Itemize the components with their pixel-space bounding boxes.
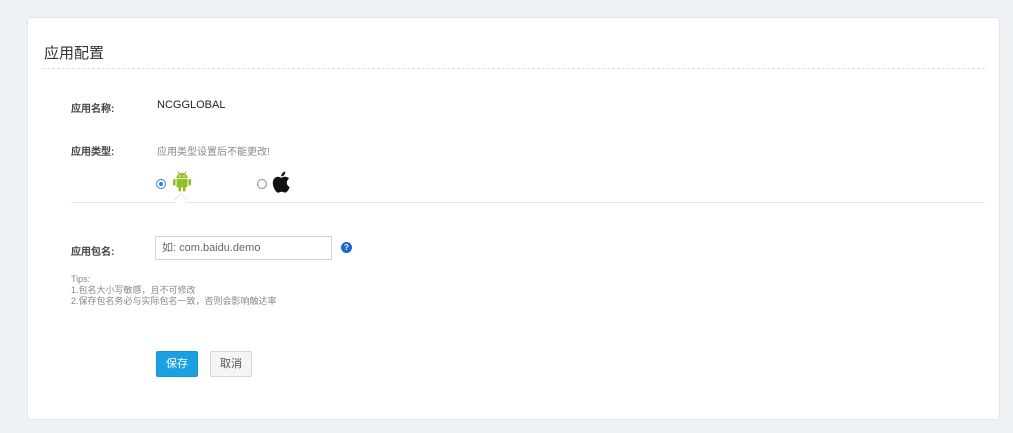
- title-divider: [42, 68, 985, 69]
- tip-line-2: 2.保存包名务必与实际包名一致，否则会影响触达率: [71, 296, 277, 306]
- page-title: 应用配置: [44, 45, 105, 62]
- tip-line-1: 1.包名大小写敏感，且不可修改: [71, 285, 196, 295]
- app-name-value: NCGGLOBAL: [157, 99, 226, 111]
- help-icon[interactable]: ?: [341, 242, 352, 253]
- app-name-label: 应用名称:: [71, 104, 115, 115]
- package-label: 应用包名:: [71, 247, 115, 258]
- apple-icon[interactable]: [272, 170, 292, 199]
- package-input[interactable]: [155, 236, 332, 260]
- app-type-hint: 应用类型设置后不能更改!: [157, 147, 270, 158]
- ios-radio[interactable]: [257, 179, 267, 189]
- tips-title: Tips:: [71, 274, 91, 284]
- save-button[interactable]: 保存: [156, 351, 198, 377]
- android-radio[interactable]: [156, 179, 166, 189]
- app-config-card: 应用配置 应用名称: NCGGLOBAL 应用类型: 应用类型设置后不能更改!: [27, 17, 1000, 420]
- type-divider: [71, 202, 985, 203]
- cancel-button[interactable]: 取消: [210, 351, 252, 377]
- app-type-label: 应用类型:: [71, 147, 115, 158]
